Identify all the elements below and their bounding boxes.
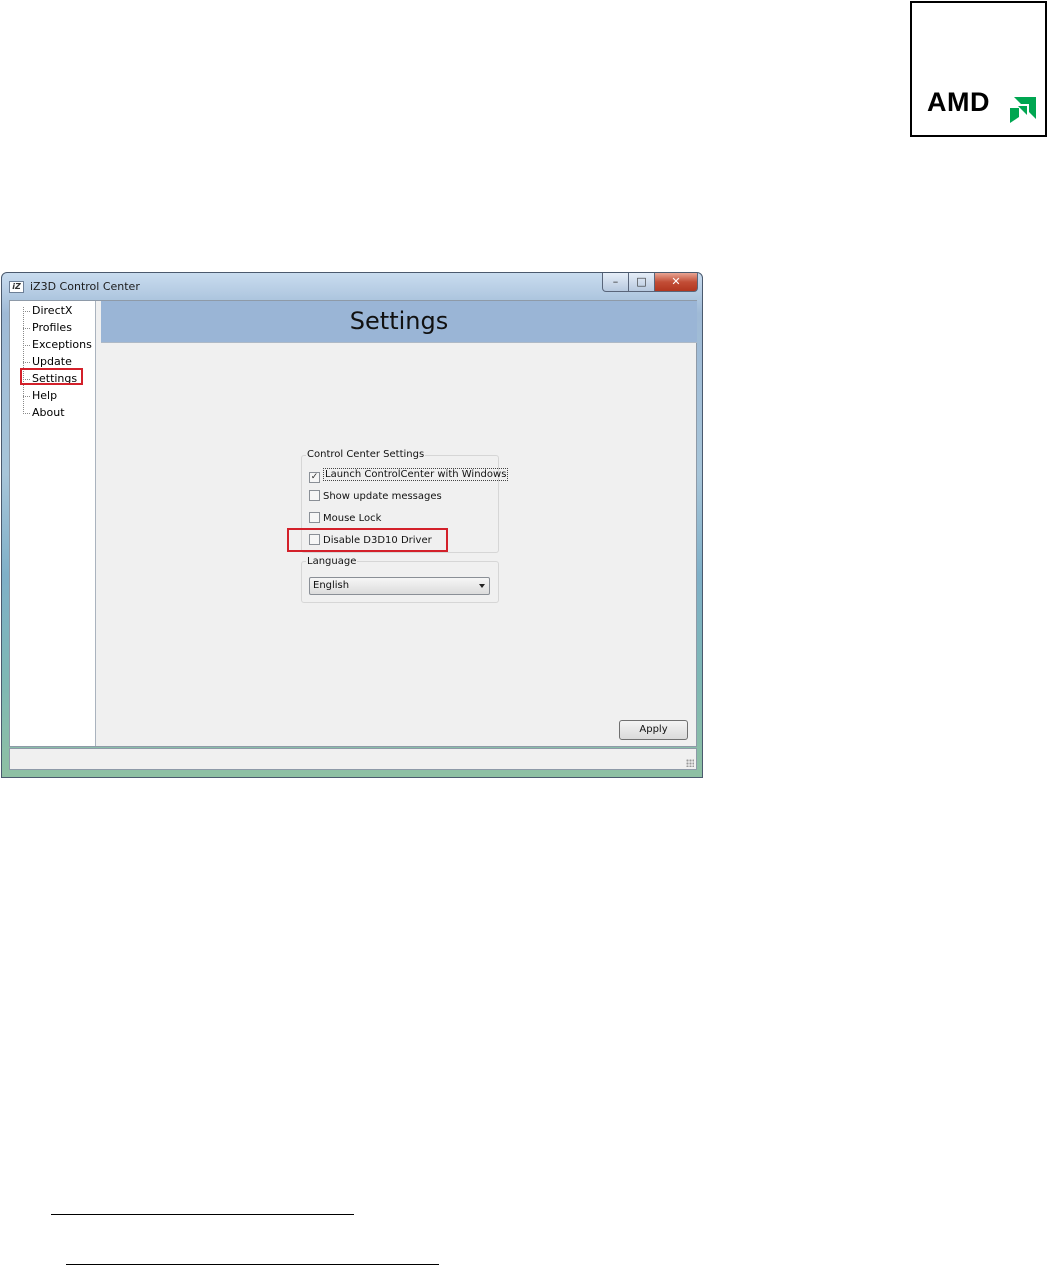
resize-grip-icon[interactable] xyxy=(686,759,694,767)
status-bar xyxy=(9,748,697,770)
tree-item-help[interactable]: Help xyxy=(23,388,57,404)
language-select[interactable]: English xyxy=(309,577,490,595)
control-center-window: iZ iZ3D Control Center – □ ✕ DirectX Pro… xyxy=(1,272,703,778)
maximize-button[interactable]: □ xyxy=(628,273,655,292)
amd-logo: AMD xyxy=(910,1,1047,137)
settings-highlight-box xyxy=(20,368,83,385)
language-group-label: Language xyxy=(306,556,358,567)
launch-with-windows-option[interactable]: ✓ Launch ControlCenter with Windows xyxy=(309,468,509,483)
show-update-messages-checkbox[interactable] xyxy=(309,490,320,501)
minimize-button[interactable]: – xyxy=(602,273,629,292)
tree-item-exceptions[interactable]: Exceptions xyxy=(23,337,92,353)
window-title: iZ3D Control Center xyxy=(30,280,140,293)
launch-with-windows-checkbox[interactable]: ✓ xyxy=(309,472,320,483)
chevron-down-icon[interactable] xyxy=(479,584,485,588)
d3d10-highlight-box xyxy=(287,528,448,552)
close-button[interactable]: ✕ xyxy=(654,273,698,292)
apply-button[interactable]: Apply xyxy=(619,720,688,740)
app-icon[interactable]: iZ xyxy=(9,281,24,293)
page-title: Settings xyxy=(349,307,449,335)
language-select-value: English xyxy=(313,580,350,591)
client-area: DirectX Profiles Exceptions Update Setti… xyxy=(9,300,697,747)
show-update-messages-option[interactable]: Show update messages xyxy=(309,490,442,503)
show-update-messages-label: Show update messages xyxy=(323,491,442,502)
tree-item-profiles[interactable]: Profiles xyxy=(23,320,72,336)
mouse-lock-option[interactable]: Mouse Lock xyxy=(309,512,381,525)
mouse-lock-label: Mouse Lock xyxy=(323,513,382,524)
amd-logo-text: AMD xyxy=(927,87,990,117)
page-header: Settings xyxy=(101,301,697,343)
title-bar[interactable]: iZ iZ3D Control Center – □ ✕ xyxy=(2,273,702,300)
tree-item-about[interactable]: About xyxy=(23,405,65,421)
control-center-group-label: Control Center Settings xyxy=(306,449,426,460)
tree-item-directx[interactable]: DirectX xyxy=(23,303,72,319)
footnote-line xyxy=(66,1264,439,1265)
mouse-lock-checkbox[interactable] xyxy=(309,512,320,523)
footnote-separator xyxy=(51,1214,354,1215)
launch-with-windows-label: Launch ControlCenter with Windows xyxy=(323,468,509,481)
amd-arrow-icon xyxy=(1010,97,1036,123)
